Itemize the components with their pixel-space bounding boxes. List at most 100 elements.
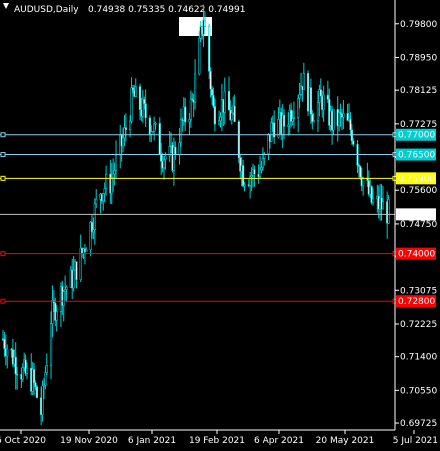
candle-body	[35, 386, 38, 399]
candle-body	[143, 99, 146, 105]
candle-body	[51, 299, 54, 324]
candle-body	[349, 118, 352, 131]
level-price-label: 0.72800	[398, 297, 435, 307]
candle-body	[121, 137, 125, 147]
chart-background	[0, 0, 440, 451]
candle-body	[174, 146, 177, 156]
candle-body	[338, 112, 341, 127]
candle-body	[362, 177, 365, 187]
candle-body	[189, 98, 192, 120]
candle-body	[113, 170, 116, 175]
candle-body	[160, 154, 163, 162]
candle-body	[114, 154, 118, 171]
candle-body	[92, 229, 95, 233]
candle-body	[332, 109, 335, 131]
candle-body	[381, 201, 385, 210]
candle-body	[237, 121, 240, 159]
level-price-label: 0.74000	[398, 250, 435, 260]
candle-body	[350, 129, 353, 142]
candle-body	[242, 165, 245, 187]
candle-body	[75, 261, 78, 281]
level-handle	[0, 298, 6, 304]
candle-body	[72, 269, 75, 289]
level-price-label: 0.75900	[398, 174, 435, 184]
candle-body	[223, 90, 226, 113]
y-tick-label: 0.72225	[400, 320, 437, 330]
candle-body	[144, 103, 147, 119]
candle-body	[312, 120, 315, 123]
candle-body	[203, 19, 207, 27]
candle-body	[85, 249, 88, 253]
candle-body	[198, 37, 201, 75]
y-tick-label: 0.70550	[400, 386, 437, 396]
level-price-label: 0.77000	[398, 131, 435, 141]
candle-body	[105, 173, 108, 189]
candle-body	[371, 198, 375, 203]
x-tick-label: 5 Jul 2021	[393, 436, 438, 446]
candle-body	[219, 116, 222, 121]
candle-body	[309, 87, 313, 115]
candle-body	[188, 119, 191, 123]
candle-body	[162, 159, 166, 169]
candle-body	[387, 198, 390, 224]
candle-body	[270, 122, 273, 142]
candle-body	[291, 118, 294, 122]
candle-body	[131, 87, 135, 91]
symbol-label: AUDUSD,Daily	[14, 5, 79, 15]
level-handle	[0, 175, 6, 181]
candle-body	[65, 287, 68, 290]
candle-body	[227, 90, 231, 111]
candle-body	[208, 25, 211, 72]
x-tick-label: 19 Feb 2021	[189, 436, 245, 446]
candle-body	[134, 86, 137, 97]
candle-body	[258, 169, 262, 178]
candle-body	[153, 123, 156, 132]
candle-body	[44, 372, 47, 386]
y-tick-label: 0.75600	[400, 186, 437, 196]
candle-body	[217, 120, 221, 125]
candle-body	[21, 367, 24, 380]
candle-body	[319, 89, 322, 97]
level-handle	[0, 152, 6, 158]
candle-body	[253, 169, 256, 175]
candle-body	[352, 140, 355, 145]
candle-body	[34, 382, 37, 387]
y-tick-label: 0.78950	[400, 53, 437, 63]
candle-body	[64, 289, 67, 292]
y-tick-label: 0.79800	[400, 20, 437, 30]
candle-body	[298, 94, 301, 99]
candle-body	[292, 116, 296, 119]
candle-body	[282, 114, 286, 127]
candle-body	[95, 199, 98, 205]
candle-body	[209, 70, 212, 90]
candle-body	[184, 106, 187, 123]
candle-body	[55, 311, 58, 321]
level-price-label: 0.76500	[398, 151, 435, 161]
candle-body	[230, 112, 233, 121]
candle-body	[25, 367, 29, 374]
y-tick-label: 0.78125	[400, 86, 437, 96]
price-chart[interactable]: AUDUSD,Daily 0.74938 0.75335 0.74622 0.7…	[0, 0, 440, 451]
high-marker-box	[179, 17, 212, 36]
candle-body	[213, 106, 216, 125]
current-price-label: 0.74991	[398, 210, 435, 220]
candle-body	[342, 113, 345, 118]
candle-body	[103, 188, 106, 194]
candle-body	[41, 385, 44, 415]
candle-body	[302, 72, 305, 91]
candle-body	[212, 95, 215, 107]
candle-body	[6, 348, 9, 357]
x-tick-label: 6 Jan 2021	[128, 436, 176, 446]
y-tick-label: 0.77275	[400, 120, 437, 130]
y-tick-label: 0.69725	[400, 419, 437, 429]
level-handle	[0, 251, 6, 257]
candle-body	[297, 98, 300, 118]
candle-body	[164, 155, 167, 160]
candle-body	[102, 193, 105, 202]
ohlc-readout: 0.74938 0.75335 0.74622 0.74991	[88, 5, 245, 15]
candle-body	[322, 94, 325, 110]
candle-body	[32, 369, 36, 384]
x-tick-label: 6 Apr 2021	[254, 436, 304, 446]
candle-body	[138, 86, 142, 110]
candle-body	[210, 88, 214, 96]
